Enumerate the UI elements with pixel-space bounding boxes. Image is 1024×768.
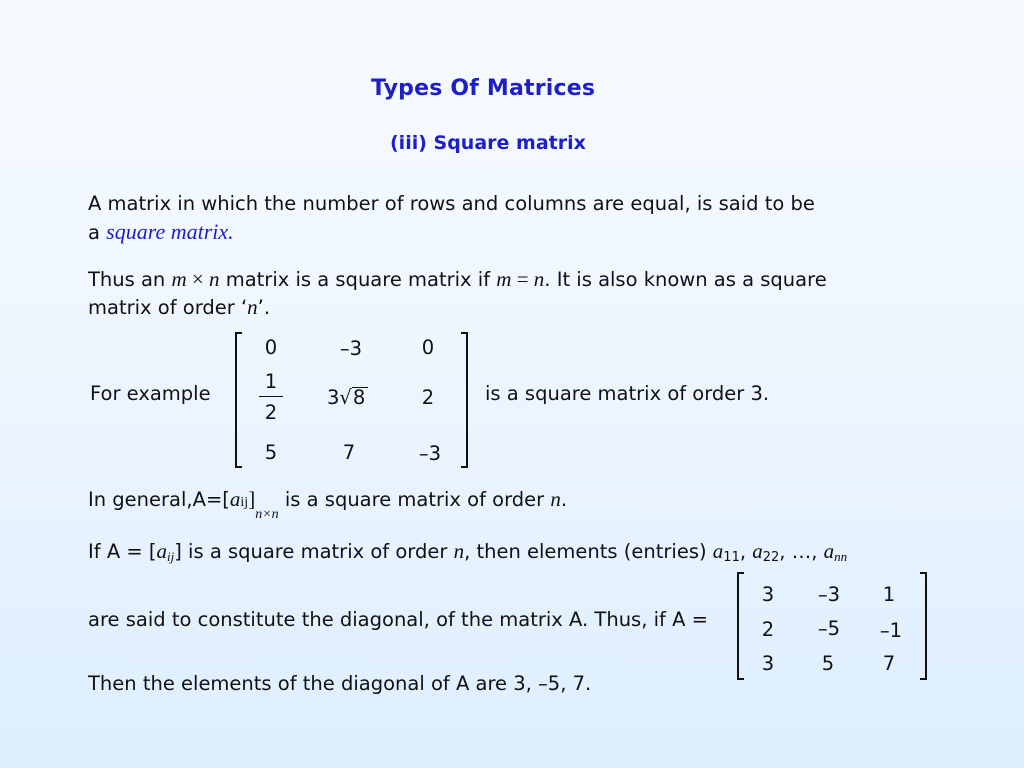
text: , then elements (entries) <box>464 540 713 563</box>
text: Thus an <box>88 268 172 291</box>
matrix-cell: 3 <box>761 652 775 675</box>
sqrt-icon: √ <box>339 386 352 409</box>
var-a: a <box>156 539 168 563</box>
matrix-cell: 0 <box>264 336 278 359</box>
var-m: m <box>171 267 187 291</box>
var-n: n <box>209 267 220 291</box>
slide-title: Types Of Matrices <box>371 76 596 101</box>
matrix-cell: 7 <box>342 441 356 464</box>
diagonal-line-1: If A = [aij] is a square matrix of order… <box>88 537 847 572</box>
matrix-cell: 3 <box>761 583 775 606</box>
right-bracket <box>461 332 468 468</box>
matrix-cell: 2 <box>421 386 435 409</box>
definition-prefix: a <box>88 221 107 244</box>
text: If A = [ <box>88 540 157 563</box>
matrix-cell: –3 <box>339 337 363 360</box>
matrix-cell: 1 <box>882 583 896 606</box>
definition-line-2: a square matrix. <box>88 218 234 247</box>
var-a: a <box>229 487 241 511</box>
radicand: 8 <box>351 387 369 408</box>
equals-sign: = <box>511 267 534 291</box>
matrix-cell: –5 <box>817 617 841 640</box>
matrix-cell: –1 <box>879 619 903 642</box>
index: 11 <box>723 550 740 565</box>
times-sign: × <box>186 267 210 291</box>
var-n: n <box>533 267 545 291</box>
order-subscript: n×n <box>255 507 279 522</box>
matrix-cell: 5 <box>821 652 835 675</box>
definition-line-1: A matrix in which the number of rows and… <box>88 192 815 215</box>
var-m: m <box>496 267 512 291</box>
condition-line-2: matrix of order ‘n’. <box>88 293 270 322</box>
slide-subtitle: (iii) Square matrix <box>390 132 586 154</box>
matrix-cell: 0 <box>421 336 435 359</box>
diagonal-conclusion: Then the elements of the diagonal of A a… <box>88 672 592 695</box>
fraction-bar <box>259 396 283 397</box>
text: . <box>560 488 568 511</box>
text: In general,A=[ <box>88 488 230 511</box>
denominator: 2 <box>264 401 278 424</box>
square-matrix-term: square matrix. <box>106 219 234 244</box>
var-n: n <box>247 295 258 319</box>
matrix-cell: 2 <box>761 618 775 641</box>
index: nn <box>834 549 848 564</box>
var-a: a <box>823 539 835 563</box>
var-a: a <box>712 539 724 563</box>
right-bracket <box>920 572 927 680</box>
text: matrix of order ‘ <box>88 296 248 319</box>
general-statement: In general,A=[aij]n×n is a square matrix… <box>88 485 567 529</box>
text: is a square matrix of order <box>278 488 551 511</box>
text: , …, <box>779 540 824 563</box>
example-suffix: is a square matrix of order 3. <box>485 382 770 405</box>
text: matrix is a square matrix if <box>219 268 497 291</box>
index: 22 <box>762 550 780 565</box>
fraction-one-half: 1 2 <box>259 370 283 424</box>
example-label: For example <box>90 382 211 405</box>
text: . It is also known as a square <box>544 268 827 291</box>
matrix-cell: 7 <box>882 652 896 675</box>
matrix-cell-sqrt: 3√8 <box>327 386 369 409</box>
coefficient: 3 <box>327 386 340 409</box>
numerator: 1 <box>264 370 278 393</box>
var-n: n <box>550 487 561 511</box>
var-n: n <box>453 539 465 563</box>
matrix-cell: 5 <box>264 441 278 464</box>
text: , <box>739 540 753 563</box>
text: ’. <box>257 296 271 319</box>
diagonal-line-2: are said to constitute the diagonal, of … <box>88 608 708 631</box>
condition-line-1: Thus an m × n matrix is a square matrix … <box>88 265 827 294</box>
matrix-cell: –3 <box>418 442 442 465</box>
var-a: a <box>752 539 763 563</box>
text: ] is a square matrix of order <box>174 540 454 563</box>
matrix-cell: –3 <box>817 583 841 606</box>
